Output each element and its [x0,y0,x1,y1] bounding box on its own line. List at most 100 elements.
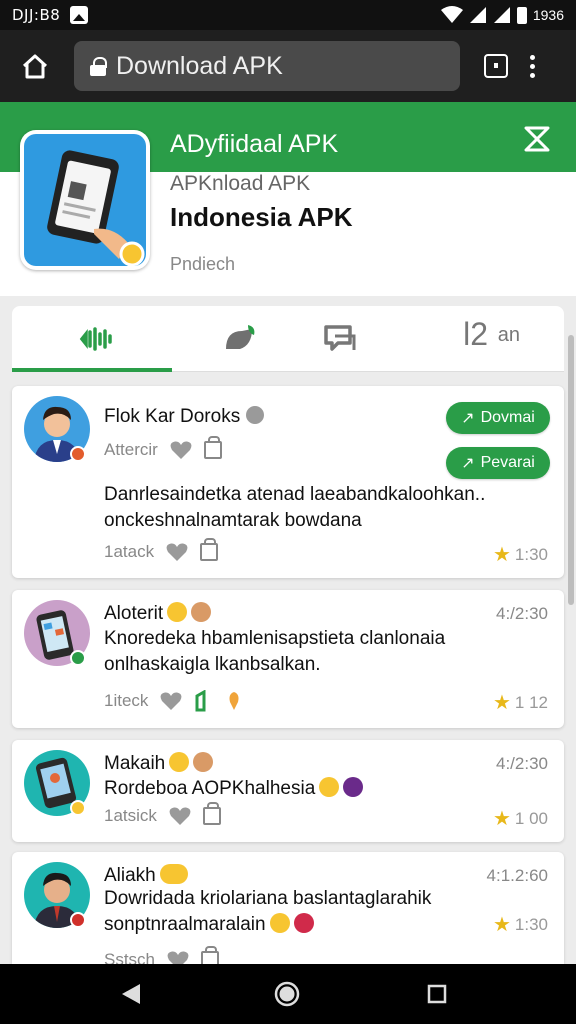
reviewer-name: Makaih [104,752,214,775]
rating: ★ 1:30 [493,542,548,567]
review-time: 4:/2:30 [496,604,548,623]
smile-emoji-icon [169,752,190,772]
status-time: DJJ:B8 [12,6,61,24]
review-time: 4:/2:30 [496,754,548,773]
status-badge [70,912,86,928]
rating: ★ 1:30 [493,912,548,937]
tabs-button[interactable] [484,54,508,78]
star-icon: ★ [492,808,511,830]
system-nav-bar [0,964,576,1024]
wifi-icon [440,6,463,23]
overflow-menu-button[interactable] [530,54,535,78]
review-meta: Attercir [104,436,222,460]
menu-dot [530,72,535,78]
comments-icon [324,325,356,351]
close-button[interactable] [522,124,552,154]
app-name: Indonesia APK [170,202,353,232]
app-icon [20,130,150,270]
sound-wave-icon [79,327,112,351]
app-extra-text: Pndiech [170,254,236,274]
tablet-illustration-icon [47,150,145,266]
url-text: Download APK [116,51,283,80]
browser-toolbar: Download APK [0,30,576,102]
menu-dot [530,63,535,69]
reviewer-name: Flok Kar Doroks [104,406,265,428]
rating: ★ 1 12 [493,690,548,715]
recents-icon[interactable] [427,984,447,1004]
heart-icon[interactable] [170,440,192,460]
heart-icon[interactable] [160,691,182,711]
header-title: ADyfiidaal APK [170,130,339,158]
tab-leaf[interactable] [210,316,270,362]
review-footer: 1atsick [104,802,221,826]
image-notification-icon [70,6,89,24]
review-footer: 1atack [104,538,219,562]
footer-label: 1iteck [104,691,149,710]
arrow-icon: ↗ [461,455,475,472]
emoji-icon [159,864,188,884]
tab-activity[interactable] [66,316,126,362]
rating-value: 1 12 [514,692,548,712]
bag-icon[interactable] [200,538,219,561]
review-body: Knoredeka hbamlenisapstieta clanlonaia o… [104,628,446,675]
review-footer: 1iteck [104,690,242,712]
tab-label[interactable]: an [498,324,520,347]
smile-emoji-icon [319,777,340,797]
review-card[interactable]: Aloterit 4:/2:30 Knoredeka hbamlenisapst… [12,590,564,728]
tab-comments[interactable] [310,316,370,362]
review-card[interactable]: Flok Kar Doroks Attercir ↗ Dovmai ↗ Pevara… [12,386,564,578]
bag-icon[interactable] [202,802,221,825]
purple-emoji-icon [343,777,364,797]
back-icon[interactable] [120,982,142,1006]
review-body: Rordeboa AOPKhalhesia [104,776,524,802]
rating-value: 1:30 [514,544,548,564]
star-icon: ★ [492,914,511,936]
review-time: 4:1.2:60 [486,866,548,885]
tab-count: l2 [463,316,488,352]
arrow-icon: ↗ [461,410,475,427]
download-button[interactable]: ↗ Dovmai [446,402,550,434]
heart-icon[interactable] [169,806,191,826]
status-badge [70,446,86,462]
leaf-chat-icon [226,325,255,349]
smile-emoji-icon [269,913,290,933]
menu-dot [530,54,535,60]
smile-emoji-icon [167,602,188,622]
review-card[interactable]: Aliakh 4:1.2:60 Dowridada kriolariana ba… [12,852,564,969]
tab-switcher-icon [494,63,498,68]
rating: ★ 1 00 [493,806,548,831]
meta-label: Attercir [104,440,158,459]
status-badge [70,800,86,816]
thumb-icon[interactable] [226,690,242,712]
app-subtitle: APKnload APK [170,172,311,195]
status-badge [70,650,86,666]
share-icon[interactable] [194,690,214,712]
scrollbar[interactable] [568,335,574,605]
active-tab-indicator [12,368,172,372]
bag-icon[interactable] [203,436,222,459]
tab-bar: l2 an [12,306,564,372]
signal-icon [469,7,486,23]
close-icon [524,126,550,152]
reaction-emoji-icon [193,752,214,772]
star-icon: ★ [492,692,511,714]
home-icon [22,54,48,79]
review-body: Dowridada kriolariana baslantaglarahik s… [104,888,432,935]
review-body: Danrlesaindetka atenad laeabandkaloohkan… [104,484,486,531]
home-nav-icon[interactable] [274,981,300,1007]
status-icons: 1936 [440,6,564,24]
reaction-emoji-icon [191,602,212,622]
review-card[interactable]: Makaih 4:/2:30 Rordeboa AOPKhalhesia 1at… [12,740,564,842]
preview-button[interactable]: ↗ Pevarai [446,447,550,479]
footer-label: 1atsick [104,806,157,825]
preview-label: Pevarai [480,454,535,471]
signal-icon-2 [493,7,510,23]
home-button[interactable] [14,45,56,87]
star-icon: ★ [492,544,511,566]
heart-icon[interactable] [166,542,188,562]
address-bar[interactable]: Download APK [74,41,460,91]
info-icon [246,406,265,424]
status-right-time: 1936 [532,7,564,23]
battery-icon [516,6,527,24]
download-label: Dovmai [480,409,535,426]
